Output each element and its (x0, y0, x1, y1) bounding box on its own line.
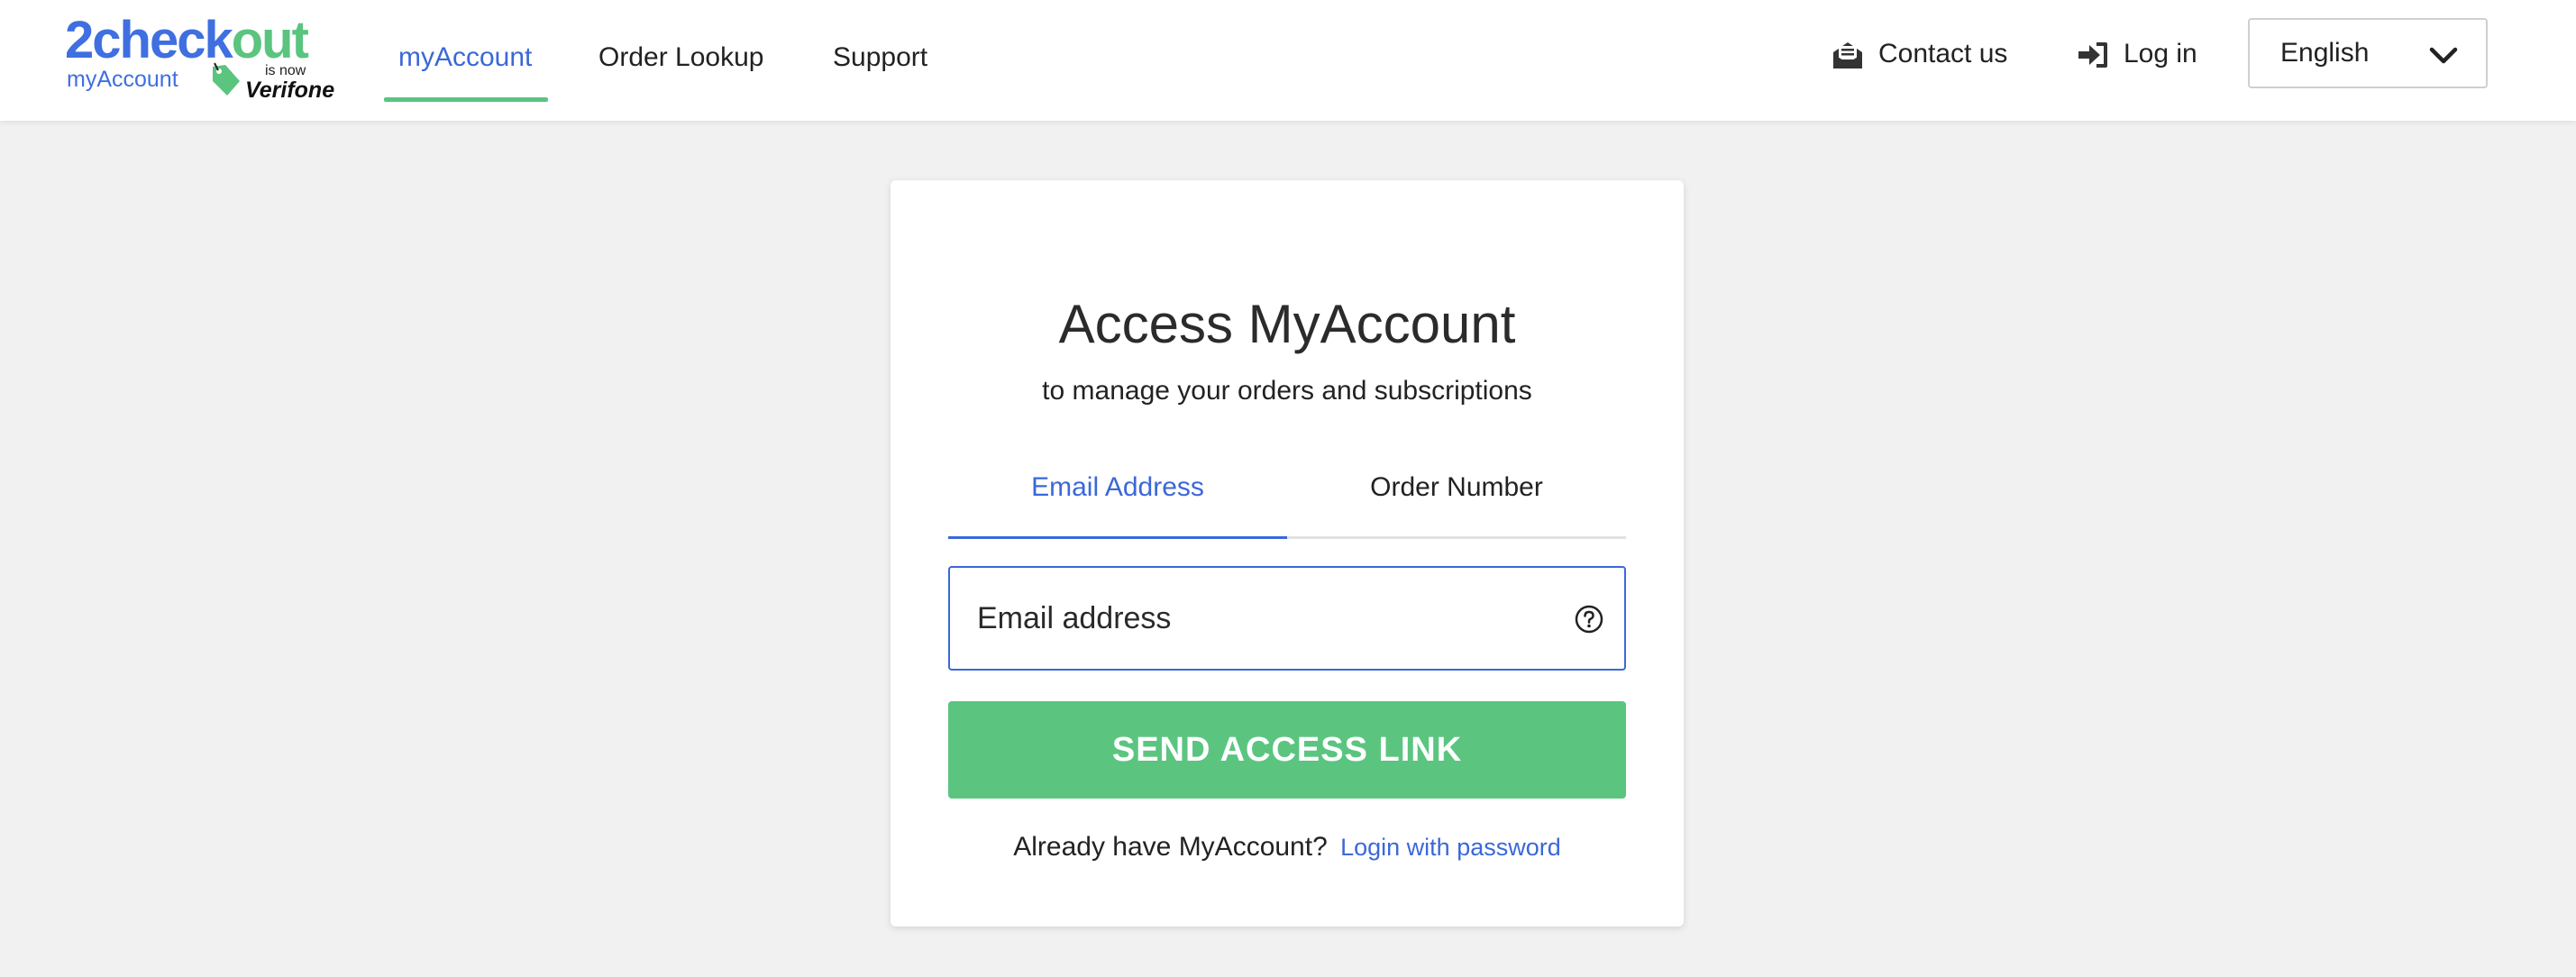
tab-email-address[interactable]: Email Address (948, 469, 1287, 507)
nav-item-order-lookup[interactable]: Order Lookup (598, 40, 763, 76)
tab-active-indicator (948, 536, 1287, 539)
question-circle-icon[interactable] (1574, 604, 1604, 635)
email-input[interactable] (977, 595, 1536, 642)
page-title: Access MyAccount (1058, 294, 1516, 354)
email-field[interactable] (948, 566, 1626, 671)
envelope-open-icon (1833, 42, 1862, 68)
sign-in-icon (2078, 42, 2107, 68)
language-selected-value: English (2280, 38, 2370, 68)
send-access-link-button[interactable]: SEND ACCESS LINK (948, 701, 1626, 799)
access-method-tabs: Email Address Order Number (948, 451, 1626, 539)
logo-verifone: Verifone (245, 78, 335, 103)
nav-item-support[interactable]: Support (833, 40, 927, 76)
nav-item-myaccount[interactable]: myAccount (398, 40, 532, 76)
nav-active-indicator (384, 97, 548, 102)
tab-order-number[interactable]: Order Number (1287, 469, 1626, 507)
log-in-label: Log in (2124, 39, 2197, 68)
language-select[interactable]: English (2248, 18, 2488, 88)
login-alternative: Already have MyAccount? Login with passw… (891, 829, 1684, 865)
access-card: Access MyAccount to manage your orders a… (891, 180, 1684, 927)
top-header: 2checkout myAccount is now Verifone myAc… (0, 0, 2576, 121)
logo-subtitle: myAccount (67, 67, 178, 92)
login-with-password-link[interactable]: Login with password (1340, 834, 1561, 861)
logo-2checkout[interactable]: 2checkout myAccount is now Verifone (65, 11, 344, 104)
price-tag-icon (213, 62, 240, 96)
page-subtitle: to manage your orders and subscriptions (1042, 376, 1532, 406)
logo-brand-text: 2checkout (65, 11, 309, 69)
chevron-down-icon (2429, 47, 2458, 64)
contact-us-label: Contact us (1878, 39, 2008, 68)
already-have-account-text: Already have MyAccount? (1013, 832, 1328, 862)
